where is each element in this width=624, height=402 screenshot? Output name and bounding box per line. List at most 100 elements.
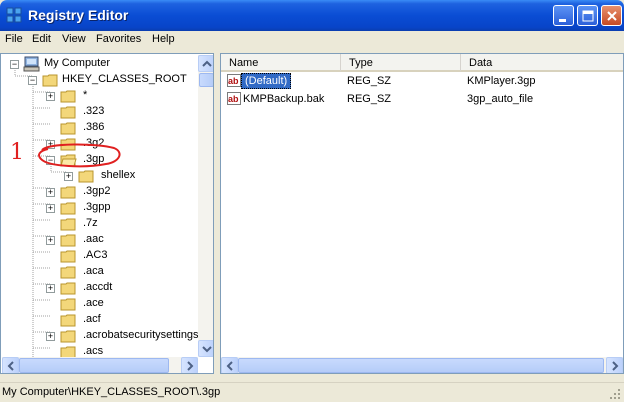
folder-icon: [60, 202, 76, 215]
folder-icon: [60, 314, 76, 327]
tree-item[interactable]: + shellex: [1, 168, 198, 184]
string-value-icon: ab: [227, 74, 241, 87]
scroll-up-button[interactable]: [198, 55, 213, 72]
scroll-thumb[interactable]: [199, 73, 213, 87]
maximize-button[interactable]: [577, 5, 598, 26]
minimize-button[interactable]: [553, 5, 574, 26]
collapse-icon[interactable]: −: [46, 156, 55, 165]
tree-item[interactable]: + .accdt: [1, 280, 198, 296]
resize-grip-icon[interactable]: [608, 387, 621, 400]
scroll-left-button[interactable]: [2, 357, 19, 373]
annotation-number: 1: [10, 140, 24, 165]
expand-icon[interactable]: +: [46, 140, 55, 149]
tree-item[interactable]: .7z: [1, 216, 198, 232]
values-list[interactable]: Name Type Data ab (Default) REG_SZ KMPla…: [220, 53, 624, 374]
column-label: Name: [229, 57, 259, 69]
menu-file[interactable]: File: [5, 33, 23, 45]
collapse-icon[interactable]: −: [10, 60, 19, 69]
expand-icon[interactable]: +: [46, 188, 55, 197]
tree-item[interactable]: + .3gp2: [1, 184, 198, 200]
tree-label: .aca: [83, 265, 104, 277]
expand-icon[interactable]: +: [64, 172, 73, 181]
scroll-right-button[interactable]: [181, 357, 198, 373]
status-bar: My Computer\HKEY_CLASSES_ROOT\.3gp: [0, 382, 624, 402]
chevron-left-icon: [226, 361, 233, 371]
scroll-right-button[interactable]: [606, 357, 623, 373]
folder-icon: [60, 218, 76, 231]
computer-icon: [23, 56, 40, 72]
menu-view[interactable]: View: [62, 33, 86, 45]
tree-item[interactable]: .323: [1, 104, 198, 120]
tree-label: .ace: [83, 297, 104, 309]
tree-label: .acs: [83, 345, 104, 357]
tree-item[interactable]: .acf: [1, 312, 198, 328]
column-label: Data: [469, 57, 493, 69]
chevron-right-icon: [612, 361, 619, 371]
tree-item[interactable]: + .3gpp: [1, 200, 198, 216]
tree-item[interactable]: + *: [1, 88, 198, 104]
expand-icon[interactable]: +: [46, 284, 55, 293]
close-button[interactable]: [601, 5, 622, 26]
tree-item[interactable]: .aca: [1, 264, 198, 280]
tree-vertical-scrollbar[interactable]: [198, 55, 213, 357]
folder-icon: [78, 170, 94, 183]
tree-item[interactable]: .AC3: [1, 248, 198, 264]
scroll-thumb[interactable]: [19, 358, 169, 373]
tree-label: .3g2: [83, 137, 105, 149]
folder-icon: [60, 250, 76, 263]
folder-icon: [60, 90, 76, 103]
list-row[interactable]: ab KMPBackup.bak REG_SZ 3gp_auto_file: [221, 91, 623, 107]
value-data: 3gp_auto_file: [467, 93, 534, 105]
folder-icon: [60, 234, 76, 247]
maximize-icon: [582, 10, 594, 22]
expand-icon[interactable]: +: [46, 92, 55, 101]
tree-label: shellex: [101, 169, 136, 181]
tree-label: .acf: [83, 313, 101, 325]
chevron-up-icon: [202, 60, 212, 67]
tree-item[interactable]: + .aac: [1, 232, 198, 248]
status-path: My Computer\HKEY_CLASSES_ROOT\.3gp: [2, 386, 221, 398]
menu-edit[interactable]: Edit: [32, 33, 51, 45]
tree-label: .323: [83, 105, 105, 117]
folder-icon: [60, 330, 76, 343]
scroll-left-button[interactable]: [221, 357, 238, 373]
tree-horizontal-scrollbar[interactable]: [2, 357, 198, 373]
list-row[interactable]: ab (Default) REG_SZ KMPlayer.3gp: [221, 73, 623, 89]
tree-label: *: [83, 89, 88, 101]
chevron-left-icon: [7, 361, 14, 371]
column-header-data[interactable]: Data: [461, 54, 623, 72]
tree-label: .AC3: [83, 249, 108, 261]
tree-label: .aac: [83, 233, 104, 245]
tree-item-hkcr[interactable]: − HKEY_CLASSES_ROOT: [1, 72, 198, 88]
collapse-icon[interactable]: −: [28, 76, 37, 85]
tree-item-my-computer[interactable]: − My Computer: [1, 56, 198, 72]
tree-label: .acrobatsecuritysettings: [83, 329, 199, 341]
menu-help[interactable]: Help: [152, 33, 175, 45]
tree-item-3gp[interactable]: − .3gp: [1, 152, 198, 168]
tree-item[interactable]: .ace: [1, 296, 198, 312]
expand-icon[interactable]: +: [46, 332, 55, 341]
column-header-type[interactable]: Type: [341, 54, 461, 72]
value-type: REG_SZ: [347, 75, 392, 87]
expand-icon[interactable]: +: [46, 204, 55, 213]
close-icon: [607, 11, 617, 21]
tree-label: .3gpp: [83, 201, 111, 213]
column-header-name[interactable]: Name: [221, 54, 341, 72]
expand-icon[interactable]: +: [46, 236, 55, 245]
tree-label: My Computer: [44, 57, 111, 69]
folder-icon: [60, 266, 76, 279]
tree-item[interactable]: + .acrobatsecuritysettings: [1, 328, 199, 344]
scroll-thumb[interactable]: [238, 358, 604, 373]
registry-tree[interactable]: − My Computer − HKEY_CLASSES_ROOT + * .3…: [0, 53, 214, 374]
menu-favorites[interactable]: Favorites: [96, 33, 141, 45]
tree-item[interactable]: + .3g2: [1, 136, 198, 152]
title-bar[interactable]: Registry Editor: [0, 0, 624, 31]
tree-item[interactable]: .386: [1, 120, 198, 136]
value-name: KMPBackup.bak: [243, 93, 325, 105]
tree-label: .accdt: [83, 281, 113, 293]
scroll-down-button[interactable]: [198, 340, 213, 357]
list-horizontal-scrollbar[interactable]: [221, 357, 623, 373]
tree-label: .7z: [83, 217, 98, 229]
folder-icon: [60, 138, 76, 151]
tree-label: .3gp: [83, 153, 105, 165]
